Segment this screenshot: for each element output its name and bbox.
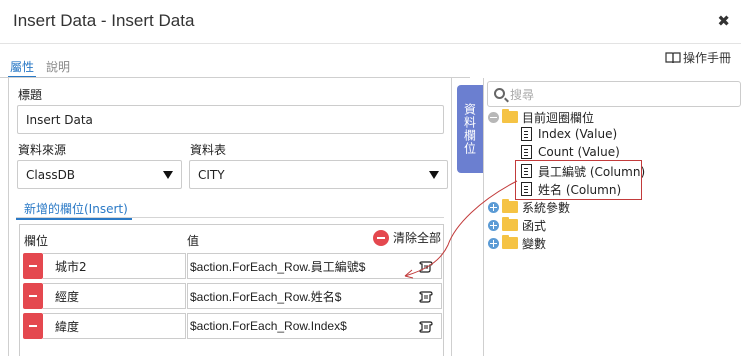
tree-node-label: 系統參數 [522,200,571,215]
chevron-down-icon [429,170,439,179]
tree-leaf-label: Index (Value) [538,127,618,141]
tree-leaf-label: Count (Value) [538,145,620,159]
title-bar: Insert Data - Insert Data ✖ [0,0,741,44]
tree-node-variables[interactable]: 變數 [488,234,546,252]
search-placeholder: 搜尋 [510,87,535,102]
tab-description[interactable]: 說明 [44,58,72,78]
table-row: 城市2 $action.ForEach_Row.員工編號$ [23,253,443,279]
table-row: 緯度 $action.ForEach_Row.Index$ [23,313,443,339]
scroll-icon[interactable] [419,320,433,334]
minus-circle-icon [372,229,389,246]
field-name[interactable]: 經度 [43,283,186,309]
insert-fields-grid: 欄位 值 清除全部 城市2 $action.ForEach_Row.員工編號$ … [19,224,444,356]
tree-node-label: 目前迴圈欄位 [522,110,595,125]
search-icon [494,88,505,99]
expand-icon[interactable] [488,219,499,231]
data-fields-side-tab[interactable]: 資料欄位 [457,85,483,173]
table-row: 經度 $action.ForEach_Row.姓名$ [23,283,443,309]
field-value-text: $action.ForEach_Row.姓名$ [190,289,342,304]
table-select[interactable]: CITY [189,160,448,189]
document-icon [521,145,532,159]
close-icon[interactable]: ✖ [717,12,730,30]
column-header-value: 值 [187,234,200,248]
source-select[interactable]: ClassDB [17,160,182,189]
remove-row-button[interactable] [23,283,43,309]
scroll-icon[interactable] [419,290,433,304]
expand-icon[interactable] [488,201,499,213]
expand-icon[interactable] [488,237,499,249]
tree-node-label: 函式 [522,218,547,233]
document-icon [521,127,532,141]
folder-icon [502,199,518,213]
source-label: 資料來源 [18,143,67,157]
tree-node-functions[interactable]: 函式 [488,216,546,234]
tree-leaf-count[interactable]: Count (Value) [521,143,620,161]
clear-all-button[interactable]: 清除全部 [372,229,441,246]
tree-node-system-params[interactable]: 系統參數 [488,198,570,216]
field-value[interactable]: $action.ForEach_Row.Index$ [187,313,442,339]
annotation-highlight-box [515,160,642,200]
chevron-down-icon [163,170,173,179]
folder-icon [502,235,518,249]
manual-label: 操作手冊 [682,51,731,65]
grid-header: 欄位 值 清除全部 [20,225,443,251]
title-label: 標題 [18,88,43,102]
dialog-title: Insert Data - Insert Data [13,11,195,30]
tree-node-current-loop[interactable]: 目前迴圈欄位 [488,108,594,126]
scroll-icon[interactable] [419,260,433,274]
field-value-text: $action.ForEach_Row.員工編號$ [190,259,366,274]
field-name[interactable]: 城市2 [43,253,186,279]
clear-all-label: 清除全部 [392,231,441,245]
folder-icon [502,109,518,123]
table-label: 資料表 [190,143,227,157]
tab-bar: 屬性 說明 [8,58,72,78]
search-input[interactable]: 搜尋 [487,81,741,107]
remove-row-button[interactable] [23,313,43,339]
folder-icon [502,217,518,231]
table-value: CITY [198,167,225,182]
data-fields-panel: 搜尋 目前迴圈欄位 Index (Value) Count (Value) 員工… [483,78,741,356]
collapse-icon[interactable] [488,111,499,123]
tree-node-label: 變數 [522,236,547,251]
column-header-field: 欄位 [24,234,49,248]
insert-data-dialog: Insert Data - Insert Data ✖ 操作手冊 屬性 說明 標… [0,0,741,356]
title-input[interactable]: Insert Data [17,105,444,134]
remove-row-button[interactable] [23,253,43,279]
manual-link[interactable]: 操作手冊 [665,49,731,66]
source-value: ClassDB [26,167,76,182]
subtab-divider [16,217,444,218]
book-icon [665,51,681,63]
tree-leaf-index[interactable]: Index (Value) [521,125,617,143]
field-value-text: $action.ForEach_Row.Index$ [190,319,347,333]
field-name[interactable]: 緯度 [43,313,186,339]
field-value[interactable]: $action.ForEach_Row.員工編號$ [187,253,442,279]
tab-properties[interactable]: 屬性 [8,58,37,78]
field-value[interactable]: $action.ForEach_Row.姓名$ [187,283,442,309]
